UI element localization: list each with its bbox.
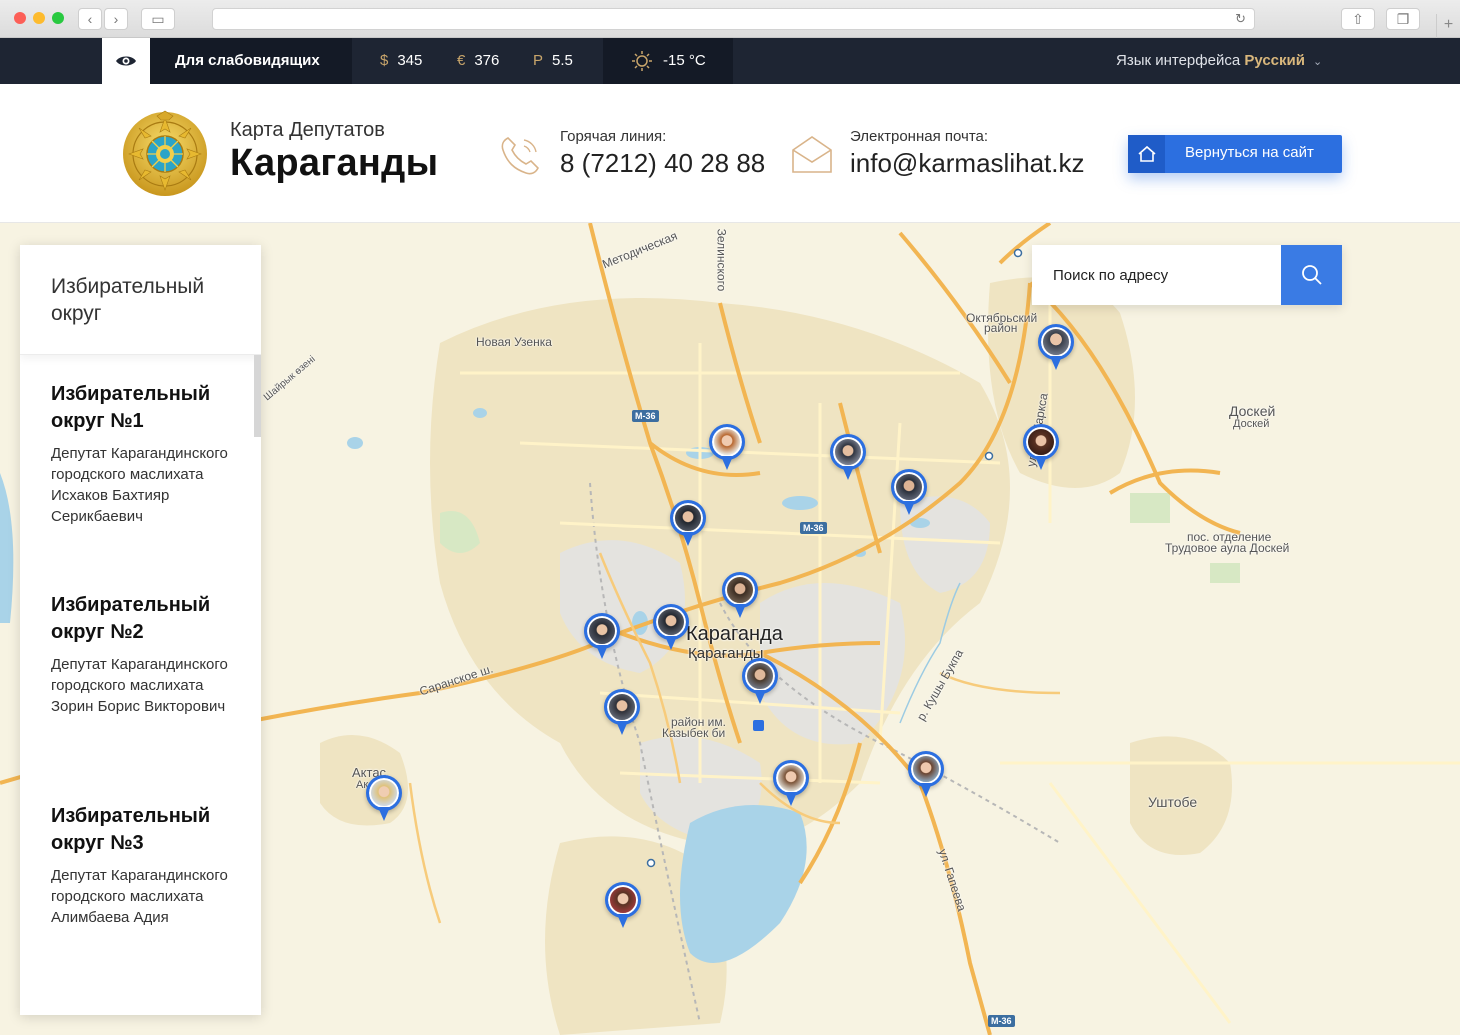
- deputy-pin[interactable]: [908, 751, 944, 801]
- deputy-pin[interactable]: [1038, 324, 1074, 374]
- sidebar-toggle-icon[interactable]: ▭: [141, 8, 175, 30]
- map-label-doskey-kz: Доскей: [1233, 418, 1270, 430]
- deputy-pin[interactable]: [604, 689, 640, 739]
- district-name: Избирательный округ №1: [51, 383, 211, 432]
- map-label-zelinskogo: Зелинского: [714, 228, 729, 292]
- sun-icon: [632, 51, 652, 71]
- email-address[interactable]: info@karmaslihat.kz: [850, 148, 1084, 179]
- highway-shield-m36: М-36: [632, 410, 659, 422]
- district-item-3[interactable]: Избирательный округ №3 Депутат Караганди…: [51, 803, 241, 928]
- scrollbar-thumb[interactable]: [254, 355, 261, 437]
- minimize-window-icon[interactable]: [33, 12, 45, 24]
- currency-usd: $345: [380, 52, 423, 69]
- accessibility-link[interactable]: Для слабовидящих: [150, 38, 352, 84]
- site-header: Карта Депутатов Караганды Горячая линия:…: [0, 84, 1460, 223]
- deputy-pin[interactable]: [584, 613, 620, 663]
- deputy-pin[interactable]: [670, 500, 706, 550]
- map-label-ushtobe: Уштобе: [1148, 794, 1198, 810]
- forward-nav-icon[interactable]: ›: [104, 8, 128, 30]
- map-label-rayon: район: [984, 321, 1018, 335]
- weather-widget: -15 °C: [603, 38, 733, 84]
- new-tab-icon[interactable]: +: [1436, 14, 1460, 38]
- district-panel-header: Избирательный округ: [20, 245, 261, 355]
- map-label-novaya-uzenka: Новая Узенка: [476, 335, 552, 349]
- deputy-pin[interactable]: [1023, 424, 1059, 474]
- district-item-1[interactable]: Избирательный округ №1 Депутат Караганди…: [51, 381, 241, 527]
- mail-icon: [792, 136, 832, 173]
- ruble-icon: Р: [533, 52, 544, 69]
- language-selector[interactable]: Язык интерфейса Русский ⌄: [1116, 38, 1322, 84]
- maximize-window-icon[interactable]: [52, 12, 64, 24]
- district-panel: Избирательный округ Избирательный округ …: [20, 245, 261, 1015]
- dollar-icon: $: [380, 52, 389, 69]
- deputy-pin[interactable]: [773, 760, 809, 810]
- deputy-pin[interactable]: [366, 775, 402, 825]
- hotline-number[interactable]: 8 (7212) 40 28 88: [560, 148, 765, 179]
- back-nav-icon[interactable]: ‹: [78, 8, 102, 30]
- deputy-pin[interactable]: [742, 658, 778, 708]
- district-name: Избирательный округ №2: [51, 594, 211, 643]
- district-item-2[interactable]: Избирательный округ №2 Депутат Караганди…: [51, 592, 241, 717]
- tabs-icon[interactable]: ❐: [1386, 8, 1420, 30]
- euro-icon: €: [457, 52, 466, 69]
- district-deputy: Депутат Карагандинского городского масли…: [51, 656, 228, 715]
- district-deputy: Депутат Карагандинского городского масли…: [51, 867, 228, 926]
- currency-rub: Р 5.5: [533, 52, 573, 69]
- chevron-down-icon: ⌄: [1312, 56, 1323, 68]
- deputy-pin[interactable]: [891, 469, 927, 519]
- search-button[interactable]: [1281, 245, 1342, 305]
- deputy-pin[interactable]: [653, 604, 689, 654]
- address-search: [1032, 245, 1342, 305]
- phone-icon: [501, 137, 539, 175]
- panel-title: Избирательный округ: [51, 275, 205, 325]
- map-label-kazybek-2: Казыбек би: [662, 726, 726, 740]
- district-name: Избирательный округ №3: [51, 805, 211, 854]
- map-label-doskey: Доскей: [1229, 403, 1276, 419]
- top-info-bar: Для слабовидящих $345 €376 Р 5.5 -15 °C Я…: [0, 38, 1460, 84]
- temperature: -15 °C: [663, 52, 706, 69]
- currency-eur: €376: [457, 52, 500, 69]
- back-to-site-button[interactable]: Вернуться на сайт: [1128, 135, 1342, 173]
- search-input[interactable]: [1032, 245, 1281, 305]
- district-deputy: Депутат Карагандинского городского масли…: [51, 445, 228, 525]
- eye-icon[interactable]: [102, 38, 150, 84]
- email-label: Электронная почта:: [850, 128, 989, 145]
- map-label-karaganda: Караганда: [686, 623, 783, 645]
- deputy-pin[interactable]: [605, 882, 641, 932]
- deputy-pin[interactable]: [830, 434, 866, 484]
- close-window-icon[interactable]: [14, 12, 26, 24]
- home-icon: [1128, 135, 1165, 173]
- browser-chrome: ‹ › ▭ ↻ ⇧ ❐ +: [0, 0, 1460, 38]
- hotline-label: Горячая линия:: [560, 128, 667, 145]
- address-bar[interactable]: ↻: [212, 8, 1255, 30]
- page-title: Караганды: [230, 142, 439, 184]
- kazakhstan-emblem-logo: [123, 110, 207, 196]
- map-label-trudovoe: Трудовое аула Доскей: [1165, 541, 1290, 555]
- reload-icon[interactable]: ↻: [1235, 11, 1246, 27]
- deputy-pin[interactable]: [709, 424, 745, 474]
- highway-shield-m36: М-36: [800, 522, 827, 534]
- header-subtitle: Карта Депутатов: [230, 119, 385, 141]
- deputy-pin[interactable]: [722, 572, 758, 622]
- share-icon[interactable]: ⇧: [1341, 8, 1375, 30]
- highway-shield-m36: М-36: [988, 1015, 1015, 1027]
- search-icon: [1301, 265, 1322, 285]
